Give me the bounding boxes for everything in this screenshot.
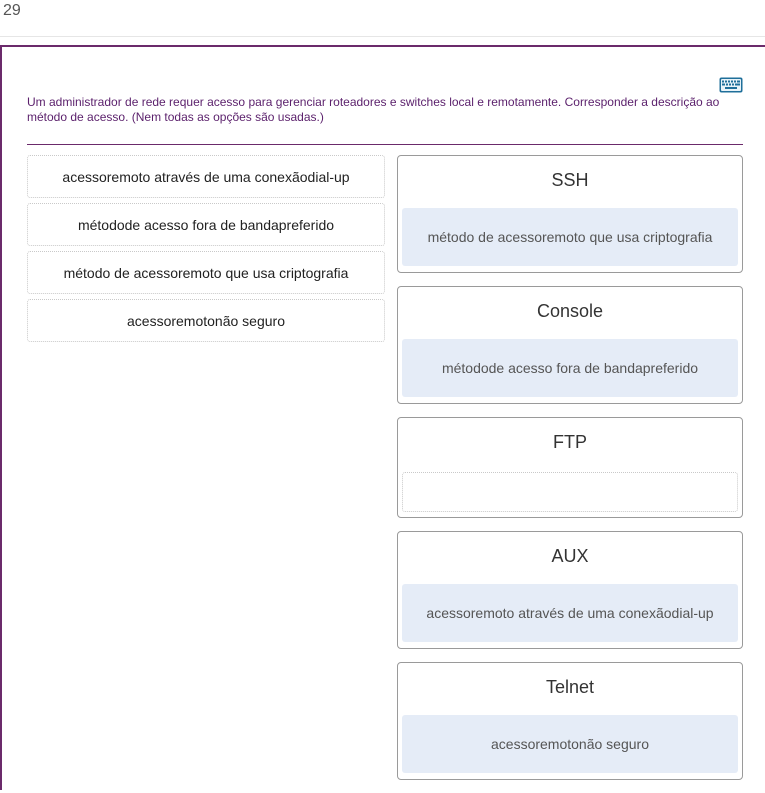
option-item[interactable]: método de acessoremoto que usa criptogra… bbox=[27, 251, 385, 294]
instructions-divider bbox=[27, 144, 743, 145]
target-ftp: FTP bbox=[397, 417, 743, 518]
option-item[interactable]: acessoremotonão seguro bbox=[27, 299, 385, 342]
instructions-text: Um administrador de rede requer acesso p… bbox=[27, 95, 720, 124]
options-list: acessoremoto através de uma conexãodial-… bbox=[27, 155, 385, 347]
top-separator bbox=[0, 36, 765, 37]
targets-list: SSH método de acessoremoto que usa cript… bbox=[397, 155, 743, 793]
target-title: FTP bbox=[553, 432, 587, 452]
keyboard-icon[interactable] bbox=[719, 77, 743, 93]
target-console: Console métodode acesso fora de bandapre… bbox=[397, 286, 743, 404]
drop-zone[interactable]: acessoremoto através de uma conexãodial-… bbox=[402, 584, 738, 642]
question-number: 29 bbox=[3, 2, 21, 19]
option-item[interactable]: acessoremoto através de uma conexãodial-… bbox=[27, 155, 385, 198]
drop-zone[interactable]: acessoremotonão seguro bbox=[402, 715, 738, 773]
target-title: AUX bbox=[551, 546, 589, 566]
target-title: SSH bbox=[551, 170, 589, 190]
drop-zone[interactable]: métodode acesso fora de bandapreferido bbox=[402, 339, 738, 397]
target-title: Telnet bbox=[545, 677, 595, 697]
target-ssh: SSH método de acessoremoto que usa cript… bbox=[397, 155, 743, 273]
drop-zone[interactable]: método de acessoremoto que usa criptogra… bbox=[402, 208, 738, 266]
target-aux: AUX acessoremoto através de uma conexãod… bbox=[397, 531, 743, 649]
drop-zone-empty[interactable] bbox=[402, 472, 738, 512]
target-telnet: Telnet acessoremotonão seguro bbox=[397, 662, 743, 780]
target-title: Console bbox=[536, 301, 604, 321]
option-item[interactable]: métodode acesso fora de bandapreferido bbox=[27, 203, 385, 246]
